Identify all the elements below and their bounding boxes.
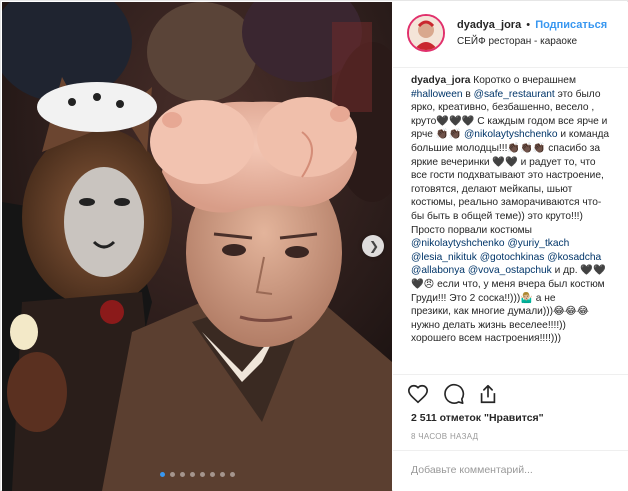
- caption-text: яркие вечеринки 🖤🖤 и радует то, что: [411, 156, 596, 168]
- comment-button[interactable]: [443, 383, 465, 405]
- carousel-dot[interactable]: [189, 472, 195, 477]
- carousel-dot[interactable]: [199, 472, 205, 477]
- post-header: dyadya_jora • Подписаться СЕЙФ ресторан …: [393, 2, 628, 68]
- share-button[interactable]: [477, 383, 499, 405]
- like-button[interactable]: [407, 383, 429, 405]
- caption-line: костюмы, реально заморачиваются что-: [411, 196, 621, 210]
- caption-text: готовятся, делают мейкапы, шьют: [411, 183, 573, 195]
- caption-line: бы быть в общей теме)) это круто!!!): [411, 210, 621, 224]
- caption-line: @lesia_nikituk @gotochkinas @kosadcha: [411, 251, 621, 265]
- chevron-right-icon: ❯: [368, 239, 380, 253]
- caption-text: и команда: [557, 129, 610, 141]
- caption-line: готовятся, делают мейкапы, шьют: [411, 183, 621, 197]
- likes-count[interactable]: 2 511 отметок "Нравится": [411, 412, 544, 424]
- caption-text: и др. 🖤🖤: [551, 265, 606, 277]
- caption-username-link[interactable]: dyadya_jora: [411, 75, 470, 86]
- caption-text: большие молодцы!!!👏🏿👏🏿👏🏿 спасибо за: [411, 142, 601, 154]
- caption-line: @allabonya @vova_ostapchuk и др. 🖤🖤: [411, 264, 621, 278]
- caption-text: бы быть в общей теме)) это круто!!!): [411, 210, 583, 222]
- caption-mention-link[interactable]: #halloween: [411, 89, 463, 100]
- share-icon: [480, 384, 496, 404]
- caption-text: Груди!!! Это 2 соска!!)))🤷🏼‍♂️ а не: [411, 292, 556, 304]
- username-link[interactable]: dyadya_jora: [457, 19, 521, 31]
- caption-text: все гости подхватывают это настроение,: [411, 170, 604, 182]
- comment-input[interactable]: [411, 461, 611, 479]
- caption-text: круто🖤🖤🖤 С каждым годом все ярче и: [411, 115, 608, 127]
- caption-line: нужно делать жизнь веселее!!!!)): [411, 319, 621, 333]
- post-caption: dyadya_jora Коротко о вчерашнем #hallowee…: [411, 74, 621, 346]
- caption-line: ярче 👏🏿👏🏿 @nikolaytyshchenko и команда: [411, 128, 621, 142]
- post-side-panel: dyadya_jora • Подписаться СЕЙФ ресторан …: [393, 2, 628, 491]
- caption-text: это было: [554, 88, 601, 100]
- caption-text: костюмы, реально заморачиваются что-: [411, 197, 602, 209]
- carousel-dot[interactable]: [229, 472, 235, 477]
- caption-line: 🖤😠 если что, у меня вчера был костюм: [411, 278, 621, 292]
- carousel-dots: [2, 472, 392, 477]
- action-bar: [393, 374, 628, 410]
- caption-mention-link[interactable]: @lesia_nikituk: [411, 252, 477, 263]
- caption-text: Коротко о вчерашнем: [470, 75, 576, 86]
- caption-mention-link[interactable]: @allabonya: [411, 265, 465, 276]
- caption-mention-link[interactable]: @kosadcha: [547, 252, 601, 263]
- caption-mention-link[interactable]: @nikolaytyshchenko: [411, 238, 505, 249]
- comment-box: [393, 450, 628, 491]
- carousel-dot[interactable]: [169, 472, 175, 477]
- caption-line: большие молодцы!!!👏🏿👏🏿👏🏿 спасибо за: [411, 142, 621, 156]
- carousel-dot[interactable]: [179, 472, 185, 477]
- header-user-line: dyadya_jora • Подписаться: [457, 19, 607, 31]
- avatar-image: [409, 16, 443, 50]
- caption-line: Груди!!! Это 2 соска!!)))🤷🏼‍♂️ а не: [411, 292, 621, 306]
- carousel-dot[interactable]: [159, 472, 165, 477]
- follow-button[interactable]: Подписаться: [535, 19, 607, 31]
- caption-mention-link[interactable]: @vova_ostapchuk: [468, 265, 552, 276]
- post-timestamp: 8 ЧАСОВ НАЗАД: [411, 432, 479, 441]
- caption-line: круто🖤🖤🖤 С каждым годом все ярче и: [411, 115, 621, 129]
- post-photo[interactable]: ❯: [2, 2, 392, 491]
- caption-mention-link[interactable]: @yuriy_tkach: [507, 238, 569, 249]
- caption-text: презики, как многие думали)))😂😂😂: [411, 306, 589, 318]
- caption-line: dyadya_jora Коротко о вчерашнем: [411, 74, 621, 88]
- caption-line: ярко, креативно, безбашенно, весело ,: [411, 101, 621, 115]
- carousel-next-button[interactable]: ❯: [362, 235, 384, 257]
- caption-mention-link[interactable]: @safe_restaurant: [474, 89, 555, 100]
- avatar[interactable]: [407, 14, 445, 52]
- caption-line: яркие вечеринки 🖤🖤 и радует то, что: [411, 156, 621, 170]
- caption-line: Просто порвали костюмы: [411, 224, 621, 238]
- caption-line: презики, как многие думали)))😂😂😂: [411, 305, 621, 319]
- separator-dot: •: [526, 19, 531, 31]
- caption-text: Просто порвали костюмы: [411, 224, 532, 236]
- caption-line: все гости подхватывают это настроение,: [411, 169, 621, 183]
- caption-mention-link[interactable]: @nikolaytyshchenko: [464, 129, 558, 140]
- caption-text: хорошего всем настроения!!!!))): [411, 333, 562, 345]
- caption-mention-link[interactable]: @gotochkinas: [480, 252, 545, 263]
- caption-text: нужно делать жизнь веселее!!!!)): [411, 319, 566, 331]
- carousel-dot[interactable]: [219, 472, 225, 477]
- instagram-post: ❯ dyadya_jora • Подписаться СЕЙФ рестора…: [0, 0, 628, 491]
- caption-line: @nikolaytyshchenko @yuriy_tkach: [411, 237, 621, 251]
- selfie-photo-image: [2, 2, 392, 491]
- caption-text: 🖤😠 если что, у меня вчера был костюм: [411, 278, 605, 290]
- caption-line: #halloween в @safe_restaurant это было: [411, 88, 621, 102]
- caption-text: в: [462, 88, 474, 100]
- heart-icon: [408, 384, 428, 404]
- caption-text: ярче 👏🏿👏🏿: [411, 129, 464, 141]
- caption-line: хорошего всем настроения!!!!))): [411, 332, 621, 346]
- carousel-dot[interactable]: [209, 472, 215, 477]
- comment-icon: [444, 383, 465, 404]
- location-link[interactable]: СЕЙФ ресторан - караоке: [457, 36, 577, 47]
- caption-text: ярко, креативно, безбашенно, весело ,: [411, 102, 595, 114]
